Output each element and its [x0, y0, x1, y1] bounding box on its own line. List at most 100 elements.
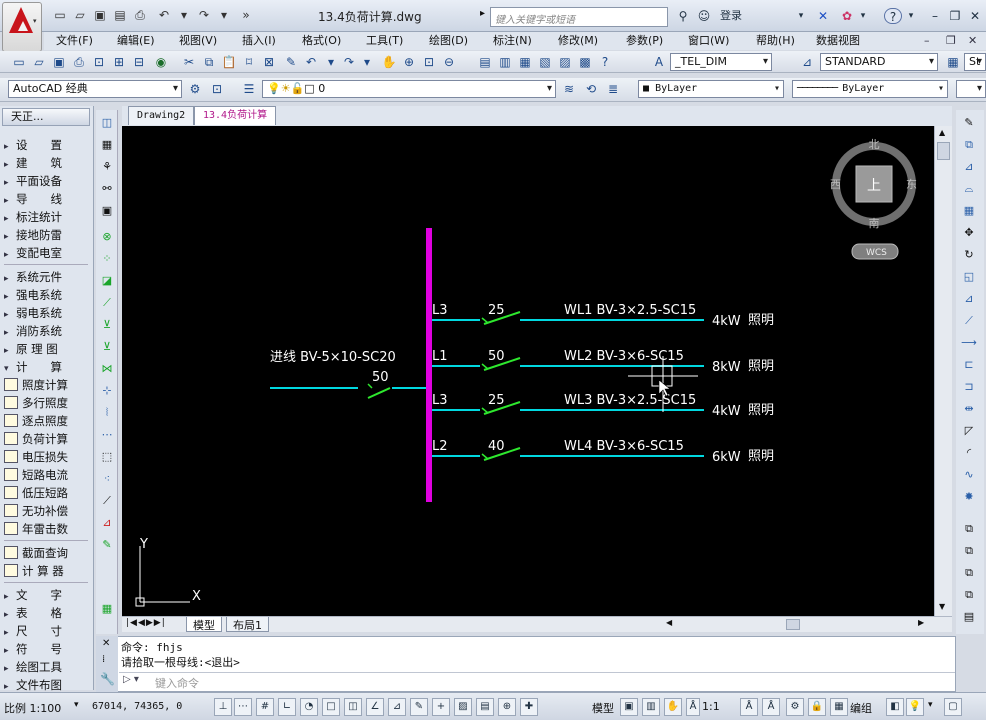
- workspace-save-icon[interactable]: ⊡: [208, 80, 226, 98]
- block-editor-icon[interactable]: ⊠: [260, 53, 278, 71]
- panel-item[interactable]: ▸ 符 号: [4, 640, 90, 658]
- plot-icon[interactable]: ⎙: [70, 53, 88, 71]
- tool-multi-icon[interactable]: ⊻: [98, 338, 116, 356]
- dim-style-select[interactable]: STANDARD: [820, 53, 938, 71]
- quickview-layouts-icon[interactable]: ▣: [620, 698, 638, 716]
- tool-table-icon[interactable]: ▦: [98, 600, 116, 618]
- panel-item[interactable]: 短路电流: [4, 466, 90, 484]
- copy-obj-icon[interactable]: ⧉: [960, 136, 978, 154]
- group-icon[interactable]: ▦: [830, 698, 848, 716]
- tool-box-icon[interactable]: ◪: [98, 272, 116, 290]
- copy-icon[interactable]: ⧉: [200, 53, 218, 71]
- panel-item[interactable]: 计 算 器: [4, 562, 90, 580]
- otrack-icon[interactable]: ∠: [366, 698, 384, 716]
- tool-nodes-icon[interactable]: ⚯: [98, 180, 116, 198]
- matchprop-icon[interactable]: ⌑: [240, 53, 258, 71]
- panel-item[interactable]: ▸ 表 格: [4, 604, 90, 622]
- workspace-switch-icon[interactable]: ⚙: [786, 698, 804, 716]
- command-grip-icon[interactable]: ⁞: [102, 654, 105, 665]
- break-icon[interactable]: ⊐: [960, 378, 978, 396]
- matchprop2-icon[interactable]: ✎: [282, 53, 300, 71]
- command-window-handle[interactable]: ✕ ⁞ 🔧: [96, 636, 118, 692]
- tool-rect-icon[interactable]: ⬚: [98, 448, 116, 466]
- circuit-breaker-tick[interactable]: [481, 363, 489, 370]
- help-tb-icon[interactable]: ?: [596, 53, 614, 71]
- menu-format[interactable]: 格式(O): [302, 32, 341, 50]
- panel-item[interactable]: ▸ 平面设备: [4, 172, 90, 190]
- redo-icon[interactable]: ↷: [196, 8, 212, 22]
- menu-edit[interactable]: 编辑(E): [117, 32, 155, 50]
- panel-item[interactable]: ▸ 弱电系统: [4, 304, 90, 322]
- fillet-icon[interactable]: ◜: [960, 444, 978, 462]
- layout-nav-icon[interactable]: |◀◀▶▶|: [126, 618, 166, 628]
- binoculars-icon[interactable]: ⚲: [674, 8, 692, 24]
- panel-header[interactable]: 天正...: [2, 108, 90, 126]
- restore-icon[interactable]: ❐: [946, 8, 964, 24]
- tool-dots-icon[interactable]: ⁖: [98, 470, 116, 488]
- infer-icon[interactable]: ⊥: [214, 698, 232, 716]
- vscroll-thumb[interactable]: [937, 142, 950, 160]
- text-style-select[interactable]: _TEL_DIM: [670, 53, 772, 71]
- panel-item[interactable]: ▸ 系统元件: [4, 268, 90, 286]
- zoom-realtime-icon[interactable]: ⊕: [400, 53, 418, 71]
- login-button[interactable]: 登录: [716, 8, 746, 24]
- draworder-under-icon[interactable]: ⧉: [960, 586, 978, 604]
- break-point-icon[interactable]: ⊏: [960, 356, 978, 374]
- panel-item[interactable]: ▸ 标注统计: [4, 208, 90, 226]
- tab-model[interactable]: 模型: [186, 617, 222, 632]
- save-as-icon[interactable]: ▤: [112, 8, 128, 22]
- polar-icon[interactable]: ◔: [300, 698, 318, 716]
- tab-layout1[interactable]: 布局1: [226, 617, 269, 632]
- hardware-accel-icon[interactable]: ◧: [886, 698, 904, 716]
- busbar[interactable]: [426, 228, 432, 502]
- tool-lamp-icon[interactable]: ⊗: [98, 228, 116, 246]
- app-logo[interactable]: ▾: [2, 2, 42, 52]
- tool-route-icon[interactable]: ⦚: [98, 404, 116, 422]
- tool-cube-icon[interactable]: ◫: [98, 114, 116, 132]
- scroll-right-icon[interactable]: ▶: [918, 618, 924, 627]
- annotation-scale[interactable]: 1:1: [702, 700, 720, 713]
- design-center-icon[interactable]: ◉: [152, 53, 170, 71]
- properties-icon[interactable]: ▤: [476, 53, 494, 71]
- help-dropdown-icon[interactable]: ▾: [906, 8, 916, 24]
- menu-tools[interactable]: 工具(T): [366, 32, 403, 50]
- isolate-icon[interactable]: 💡: [906, 698, 924, 716]
- table-style-icon[interactable]: ▦: [944, 53, 962, 71]
- panel-item[interactable]: ▸ 建 筑: [4, 154, 90, 172]
- pan-status-icon[interactable]: ✋: [664, 698, 682, 716]
- blend-icon[interactable]: ∿: [960, 466, 978, 484]
- panel-item[interactable]: 负荷计算: [4, 430, 90, 448]
- annotation-visibility-icon[interactable]: Å: [740, 698, 758, 716]
- panel-item[interactable]: 低压短路: [4, 484, 90, 502]
- menu-view[interactable]: 视图(V): [179, 32, 217, 50]
- lock-icon[interactable]: 🔒: [808, 698, 826, 716]
- qp-icon[interactable]: ▤: [476, 698, 494, 716]
- panel-item[interactable]: 电压损失: [4, 448, 90, 466]
- panel-item[interactable]: ▸ 强电系统: [4, 286, 90, 304]
- extend-icon[interactable]: ⟶: [960, 334, 978, 352]
- panel-item[interactable]: ▾ 计 算: [4, 358, 90, 376]
- command-close-icon[interactable]: ✕: [102, 638, 110, 649]
- preview-icon[interactable]: ⊡: [90, 53, 108, 71]
- clean-screen-icon[interactable]: ▢: [944, 698, 962, 716]
- redo-dropdown-icon[interactable]: ▾: [216, 8, 232, 22]
- array-icon[interactable]: ▦: [960, 202, 978, 220]
- menu-dataview[interactable]: 数据视图: [816, 32, 860, 50]
- open-file-icon[interactable]: ▱: [30, 53, 48, 71]
- login-dropdown-icon[interactable]: ▾: [796, 8, 806, 24]
- tool-wire-icon[interactable]: ⊹: [98, 382, 116, 400]
- tool-tree-icon[interactable]: ⚘: [98, 158, 116, 176]
- save-file-icon[interactable]: ▣: [50, 53, 68, 71]
- panel-item[interactable]: ▸ 原 理 图: [4, 340, 90, 358]
- close-icon[interactable]: ✕: [966, 8, 984, 24]
- tool-save-icon[interactable]: ▣: [98, 202, 116, 220]
- tool-grid-icon[interactable]: ▦: [98, 136, 116, 154]
- zoom-previous-icon[interactable]: ⊖: [440, 53, 458, 71]
- print-icon[interactable]: ⎙: [132, 8, 148, 22]
- osnap-icon[interactable]: □: [322, 698, 340, 716]
- viewcube[interactable]: 上 北 南 西 东 WCS: [830, 138, 917, 260]
- explode-icon[interactable]: ✸: [960, 488, 978, 506]
- model-space-button[interactable]: 模型: [592, 700, 614, 716]
- calculator-icon[interactable]: ▩: [576, 53, 594, 71]
- viewcube-south[interactable]: 南: [869, 217, 880, 230]
